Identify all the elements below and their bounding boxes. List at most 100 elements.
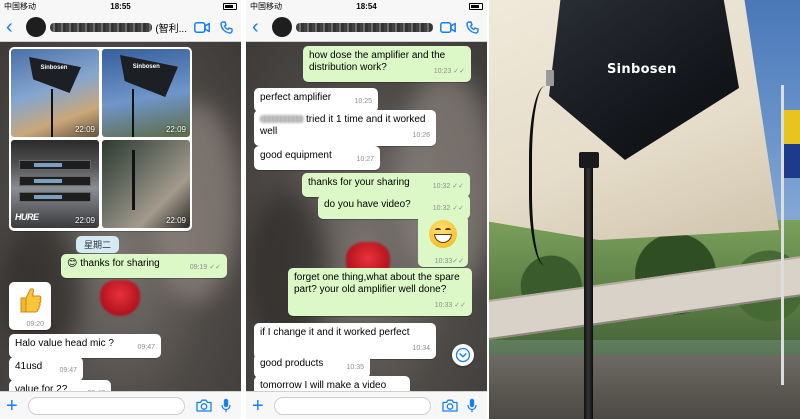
chat-screenshot-left: 中国移动 18:55 ‹ (智利... Sinbosen 22:09 Sinbo… xyxy=(0,0,241,419)
double-check-icon: ✓✓ xyxy=(452,258,464,265)
scroll-to-bottom-button[interactable] xyxy=(452,344,474,366)
thumbnail-brand-label: Sinbosen xyxy=(132,64,160,71)
message-bubble-outgoing[interactable]: forget one thing,what about the spare pa… xyxy=(288,268,472,316)
message-text: do you have video? xyxy=(324,199,411,210)
chat-header: ‹ (智利... xyxy=(0,13,241,42)
message-text: forget one thing,what about the spare pa… xyxy=(294,272,460,295)
day-separator: 星期二 xyxy=(76,236,120,253)
image-time: 22:09 xyxy=(74,125,95,134)
camera-icon[interactable] xyxy=(441,399,459,412)
contact-name-suffix: (智利... xyxy=(155,23,187,35)
chat-screenshot-middle: 中国移动 18:54 ‹ how dose the amplifier and … xyxy=(246,0,487,419)
camera-icon[interactable] xyxy=(195,399,213,412)
flag xyxy=(784,110,800,144)
message-input[interactable] xyxy=(274,396,431,415)
status-time: 18:54 xyxy=(356,2,377,11)
thumbs-up-icon xyxy=(20,288,42,313)
message-time: 10:34 xyxy=(412,345,430,352)
message-bubble-outgoing[interactable]: thanks for your sharing 10:32 ✓✓ xyxy=(302,173,470,197)
double-check-icon: ✓✓ xyxy=(452,183,464,190)
message-time: 09:20 xyxy=(26,321,44,328)
message-time: 10:35 xyxy=(346,364,364,371)
video-call-icon[interactable] xyxy=(193,21,211,33)
image-time: 22:09 xyxy=(74,216,95,225)
message-bubble-incoming[interactable]: good products 10:35 xyxy=(254,354,370,378)
antenna-stand-pole xyxy=(584,160,593,419)
plus-icon[interactable]: + xyxy=(6,396,22,416)
status-bar: 中国移动 18:55 xyxy=(0,0,241,13)
status-bar: 中国移动 18:54 xyxy=(246,0,487,13)
microphone-icon[interactable] xyxy=(463,398,481,413)
antenna-brand-label: Sinbosen xyxy=(607,62,677,77)
message-time: 10:32 ✓✓ xyxy=(432,205,464,212)
message-text: Halo value head mic ? xyxy=(15,338,114,349)
image-time: 22:09 xyxy=(165,125,186,134)
image-thumbnail[interactable]: Sinbosen 22:09 xyxy=(11,49,99,137)
message-text: tomorrow I will make a video xyxy=(260,380,387,391)
battery-icon xyxy=(405,2,484,11)
emoji: 😊 xyxy=(67,258,78,269)
message-time: 09:47 xyxy=(59,367,77,374)
status-time: 18:55 xyxy=(110,2,131,11)
avatar[interactable] xyxy=(26,17,46,37)
redacted-contact-name xyxy=(50,22,153,32)
message-text: 41usd xyxy=(15,361,43,372)
message-input-bar: + xyxy=(0,391,241,419)
battery-icon xyxy=(159,2,238,11)
message-time: 09:47 xyxy=(137,344,155,351)
antenna-mount xyxy=(579,152,599,168)
carrier-label: 中国移动 xyxy=(4,2,36,11)
redacted-contact-name xyxy=(296,22,433,32)
message-bubble-incoming[interactable]: Halo value head mic ? 09:47 xyxy=(9,334,161,358)
message-bubble-incoming[interactable]: 41usd 09:47 xyxy=(9,357,83,381)
message-text: good products xyxy=(260,358,324,369)
flag xyxy=(784,144,800,178)
video-call-icon[interactable] xyxy=(439,21,457,33)
message-bubble-incoming[interactable]: tried it 1 time and it worked well 10:26 xyxy=(254,110,436,146)
image-thumbnail[interactable]: HURE 22:09 xyxy=(11,140,99,228)
avatar[interactable] xyxy=(272,17,292,37)
message-bubble-incoming[interactable]: perfect amplifier 10:25 xyxy=(254,88,378,112)
sticker-message[interactable]: 09:20 xyxy=(9,282,51,330)
message-text: how dose the amplifier and the distribut… xyxy=(309,50,446,73)
emoji-message-outgoing[interactable]: 10:33✓✓ xyxy=(418,215,468,267)
message-text: thanks for sharing xyxy=(80,258,160,269)
ground xyxy=(489,355,800,419)
image-album-message[interactable]: Sinbosen 22:09 Sinbosen 22:09 HURE 22:09… xyxy=(9,47,192,231)
plus-icon[interactable]: + xyxy=(252,396,268,416)
message-time: 10:25 xyxy=(354,98,372,105)
message-text: if I change it and it worked perfect xyxy=(260,327,410,338)
message-input-bar: + xyxy=(246,391,487,419)
double-check-icon: ✓✓ xyxy=(209,264,221,271)
message-input[interactable] xyxy=(28,396,185,415)
phone-call-icon[interactable] xyxy=(463,20,481,34)
message-bubble-outgoing[interactable]: 😊 thanks for sharing 09:19 ✓✓ xyxy=(61,254,227,278)
message-time: 10:26 xyxy=(412,132,430,139)
message-time: 10:33✓✓ xyxy=(434,258,464,265)
grinning-face-icon xyxy=(429,220,457,248)
double-check-icon: ✓✓ xyxy=(454,302,466,309)
double-check-icon: ✓✓ xyxy=(453,68,465,75)
back-chevron-icon[interactable]: ‹ xyxy=(6,17,20,37)
message-text: thanks for your sharing xyxy=(308,177,410,188)
coax-cable xyxy=(529,86,569,266)
phone-call-icon[interactable] xyxy=(217,20,235,34)
image-thumbnail[interactable]: 22:09 xyxy=(102,140,190,228)
message-bubble-incoming[interactable]: good equipment 10:27 xyxy=(254,146,380,170)
chat-header: ‹ xyxy=(246,13,487,42)
image-thumbnail[interactable]: Sinbosen 22:09 xyxy=(102,49,190,137)
back-chevron-icon[interactable]: ‹ xyxy=(252,17,266,37)
microphone-icon[interactable] xyxy=(217,398,235,413)
carrier-label: 中国移动 xyxy=(250,2,282,11)
chevron-down-icon xyxy=(455,347,471,363)
redacted-text xyxy=(260,115,304,124)
antenna-connector xyxy=(546,70,554,86)
image-time: 22:09 xyxy=(165,216,186,225)
message-bubble-outgoing[interactable]: how dose the amplifier and the distribut… xyxy=(303,46,471,82)
double-check-icon: ✓✓ xyxy=(452,205,464,212)
antenna-photo: Sinbosen xyxy=(489,0,800,419)
message-time: 10:23 ✓✓ xyxy=(433,68,465,75)
shure-label: HURE xyxy=(15,212,39,222)
message-time: 10:32 ✓✓ xyxy=(432,183,464,190)
message-time: 10:33✓✓ xyxy=(434,302,466,309)
